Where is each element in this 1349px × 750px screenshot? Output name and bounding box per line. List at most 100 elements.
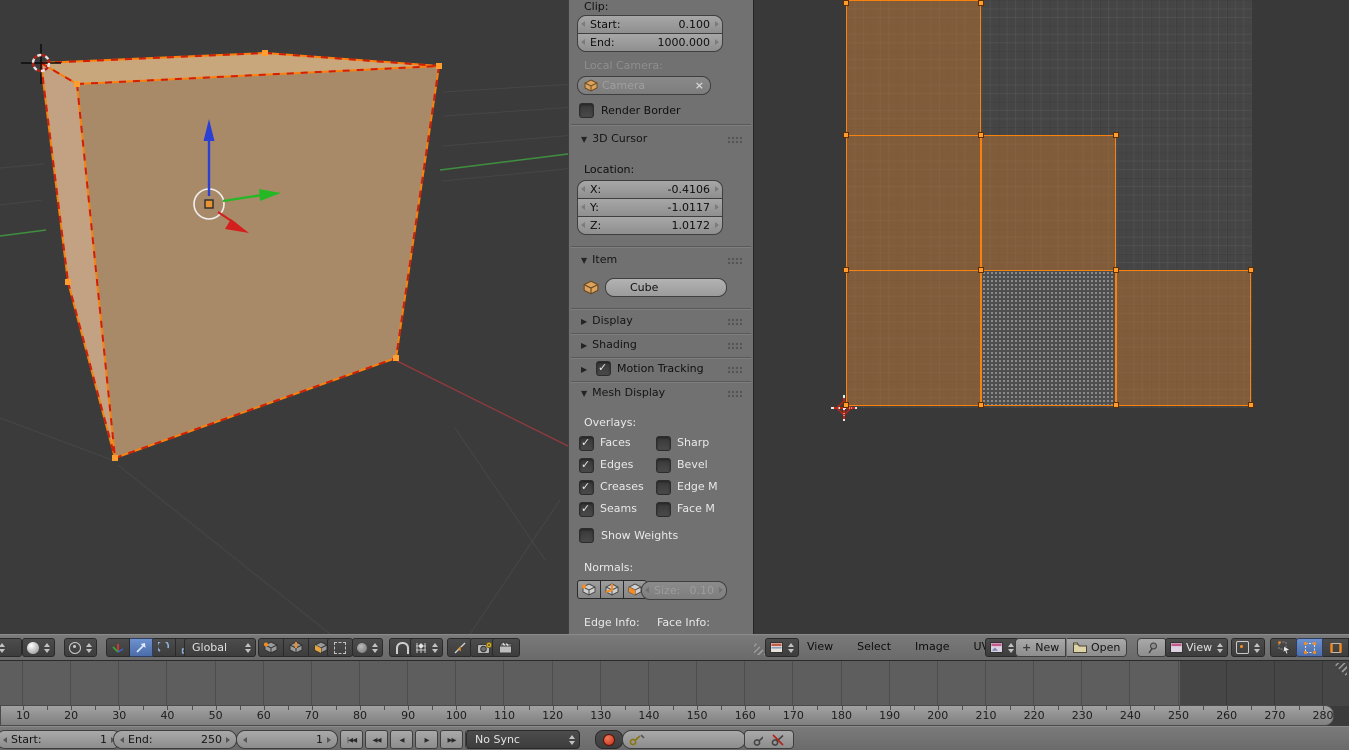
render-border-checkbox[interactable] [579, 103, 594, 118]
cursor-x-field[interactable]: X: -0.4106 [577, 180, 723, 199]
overlay-bevel[interactable]: Bevel [656, 458, 733, 473]
panel-header-motion-tracking[interactable]: ▶ [581, 362, 592, 375]
frame-end-field[interactable]: End: 250 [113, 730, 237, 749]
menu-select[interactable]: Select [845, 635, 903, 659]
viewport-shading-dropdown[interactable] [22, 638, 55, 657]
checkbox[interactable] [656, 458, 671, 473]
panel-grip[interactable] [727, 257, 742, 265]
overlay-edges[interactable]: Edges [579, 458, 656, 473]
panel-header-item[interactable]: ▼ Item [581, 253, 617, 266]
timeline-band[interactable] [0, 660, 1349, 706]
prev-keyframe-button[interactable]: ◀◀ [365, 730, 388, 749]
rotate-manipulator-button[interactable] [153, 638, 176, 657]
uv-vertex[interactable] [843, 0, 849, 6]
uv-vertex[interactable] [1113, 402, 1119, 408]
image-new-button[interactable]: + New [1015, 638, 1067, 657]
clip-end-field[interactable]: End: 1000.000 [577, 33, 723, 52]
uv-vertex[interactable] [1248, 402, 1254, 408]
uv-face-active[interactable] [981, 270, 1116, 406]
clear-camera-icon[interactable]: × [695, 79, 704, 92]
display-channels-dropdown[interactable]: View [1165, 638, 1229, 657]
checkbox[interactable] [579, 436, 594, 451]
panel-header-display[interactable]: ▶ Display [581, 314, 633, 327]
record-button[interactable] [595, 730, 623, 749]
overlay-seams[interactable]: Seams [579, 502, 656, 517]
panel-grip[interactable] [727, 366, 742, 374]
jump-to-start-button[interactable]: |◀◀ [340, 730, 363, 749]
clip-start-field[interactable]: Start: 0.100 [577, 15, 723, 34]
uv-face-selected[interactable] [846, 270, 981, 406]
edge-select-mode-button[interactable] [284, 638, 309, 657]
split-normals-button[interactable] [601, 580, 624, 599]
uv-vertex[interactable] [978, 0, 984, 6]
panel-grip[interactable] [727, 318, 742, 326]
motion-tracking-checkbox[interactable] [596, 361, 611, 376]
cursor-z-field[interactable]: Z: 1.0172 [577, 216, 723, 235]
pivot-point-dropdown[interactable] [64, 638, 97, 657]
editor-type-dropdown[interactable] [0, 638, 22, 657]
checkbox[interactable] [579, 480, 594, 495]
manipulator-toggle-button[interactable] [106, 638, 130, 657]
uv-face-selected[interactable] [846, 135, 981, 271]
uv-vertex[interactable] [978, 267, 984, 273]
proportional-edit-dropdown[interactable] [352, 638, 383, 657]
uv-vertex[interactable] [1113, 267, 1119, 273]
image-open-button[interactable]: Open [1067, 638, 1128, 657]
checkbox[interactable] [656, 480, 671, 495]
uv-face-selected[interactable] [1116, 270, 1251, 406]
uv-face-selected[interactable] [981, 135, 1116, 271]
translate-manipulator-button[interactable] [130, 638, 153, 657]
uv-vertex[interactable] [843, 267, 849, 273]
limit-to-visible-button[interactable] [327, 638, 353, 657]
uv-vertex-select-button[interactable] [1296, 638, 1323, 657]
overlay-sharp[interactable]: Sharp [656, 436, 733, 451]
play-reverse-button[interactable]: ◀ [390, 730, 413, 749]
camera-field[interactable]: Camera × [577, 76, 711, 95]
next-keyframe-button[interactable]: ▶▶ [440, 730, 463, 749]
vertex-normals-button[interactable] [577, 580, 601, 599]
uv-vertex[interactable] [1113, 132, 1119, 138]
uv-vertex[interactable] [978, 402, 984, 408]
uv-vertex[interactable] [843, 132, 849, 138]
overlay-creases[interactable]: Creases [579, 480, 656, 495]
overlay-face-m[interactable]: Face M [656, 502, 733, 517]
uv-vertex[interactable] [978, 132, 984, 138]
current-frame-field[interactable]: 1 [236, 730, 338, 749]
image-pin-button[interactable] [1137, 638, 1167, 657]
panel-grip[interactable] [727, 342, 742, 350]
uv-editor-type-dropdown[interactable] [765, 638, 799, 657]
checkbox[interactable] [579, 458, 594, 473]
panel-header-mesh-display[interactable]: ▼ Mesh Display [581, 386, 665, 399]
frame-start-field[interactable]: Start: 1 [0, 730, 122, 749]
show-weights-checkbox[interactable] [579, 528, 594, 543]
menu-image[interactable]: Image [903, 635, 961, 659]
uv-vertex[interactable] [1248, 267, 1254, 273]
uv-editor-canvas[interactable] [753, 0, 1349, 635]
opengl-render-animation-button[interactable] [492, 638, 520, 657]
cube-mesh[interactable] [40, 50, 442, 461]
play-button[interactable]: ▶ [415, 730, 438, 749]
av-sync-dropdown[interactable]: No Sync [466, 730, 580, 749]
cursor-y-field[interactable]: Y: -1.0117 [577, 198, 723, 217]
uv-vertex[interactable] [843, 402, 849, 408]
uv-pivot-dropdown[interactable] [1231, 638, 1265, 657]
image-datablock-dropdown[interactable] [985, 638, 1019, 657]
overlay-edge-m[interactable]: Edge M [656, 480, 733, 495]
normals-size-field[interactable]: Size: 0.10 [641, 581, 727, 600]
delete-keyframe-button[interactable] [763, 730, 794, 749]
transform-orientation-dropdown[interactable]: Global [184, 638, 256, 657]
uv-sync-select-button[interactable] [1270, 638, 1298, 657]
snap-element-dropdown[interactable] [410, 638, 443, 657]
menu-view[interactable]: View [795, 635, 845, 659]
panel-grip[interactable] [727, 136, 742, 144]
panel-header-3d-cursor[interactable]: ▼ 3D Cursor [581, 132, 647, 145]
overlay-faces[interactable]: Faces [579, 436, 656, 451]
panel-header-shading[interactable]: ▶ Shading [581, 338, 637, 351]
checkbox[interactable] [579, 502, 594, 517]
uv-face-selected[interactable] [846, 0, 981, 136]
keying-set-dropdown[interactable] [622, 730, 746, 749]
checkbox[interactable] [656, 436, 671, 451]
checkbox[interactable] [656, 502, 671, 517]
mesh-name-field[interactable]: Cube [605, 278, 727, 297]
vertex-select-mode-button[interactable] [258, 638, 284, 657]
